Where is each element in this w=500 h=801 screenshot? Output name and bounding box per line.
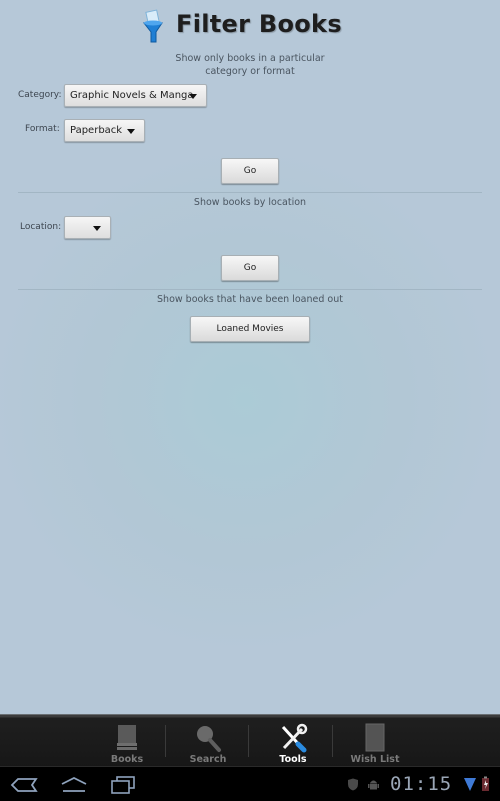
home-button-icon[interactable] <box>60 776 88 794</box>
wrench-screwdriver-icon <box>281 723 308 753</box>
tab-tools[interactable]: Tools <box>252 719 334 765</box>
dropdown-arrow-icon <box>127 129 135 134</box>
wishlist-book-icon <box>365 723 385 752</box>
location-section-description: Show books by location <box>193 197 307 208</box>
filter-books-screen: Filter Books Show only books in a partic… <box>0 0 500 714</box>
category-label: Category: <box>18 90 62 100</box>
android-debug-icon <box>368 780 379 790</box>
location-dropdown[interactable] <box>64 216 111 239</box>
tab-separator <box>165 725 166 757</box>
category-go-button[interactable]: Go <box>221 158 279 184</box>
tab-label: Wish List <box>350 754 400 765</box>
header: Filter Books <box>0 8 500 44</box>
tab-wish-list[interactable]: Wish List <box>334 719 416 765</box>
format-dropdown[interactable]: Paperback <box>64 119 145 142</box>
description-line-2: category or format <box>205 66 295 77</box>
page-title: Filter Books <box>176 10 342 38</box>
location-label: Location: <box>20 222 62 232</box>
format-selected-value: Paperback <box>70 125 123 136</box>
loaned-movies-button[interactable]: Loaned Movies <box>190 316 310 342</box>
funnel-filter-icon <box>142 9 163 43</box>
section-divider <box>18 289 482 290</box>
tab-label: Books <box>110 754 144 765</box>
dropdown-arrow-icon <box>189 94 197 99</box>
description-line-1: Show only books in a particular <box>175 53 325 64</box>
books-stack-icon <box>117 725 137 750</box>
tab-separator <box>248 725 249 757</box>
tab-separator <box>332 725 333 757</box>
magnifier-icon <box>197 726 221 752</box>
clock: 01:15 <box>390 773 453 795</box>
loaned-section-description: Show books that have been loaned out <box>157 294 343 305</box>
dropdown-arrow-icon <box>93 226 101 231</box>
section-divider <box>18 192 482 193</box>
tab-search[interactable]: Search <box>167 719 249 765</box>
bottom-tab-bar: Books Search Tools Wish List <box>0 714 500 767</box>
location-go-button[interactable]: Go <box>221 255 279 281</box>
back-button-icon[interactable] <box>10 777 38 793</box>
format-label: Format: <box>25 124 60 134</box>
wifi-signal-icon <box>464 778 476 791</box>
battery-charging-icon <box>482 776 489 791</box>
tab-label: Search <box>189 754 227 765</box>
shield-icon <box>348 778 358 791</box>
category-section-description: Show only books in a particular category… <box>0 52 500 78</box>
tab-books[interactable]: Books <box>86 719 168 765</box>
category-selected-value: Graphic Novels & Manga <box>70 90 194 101</box>
tab-label: Tools <box>279 754 307 765</box>
system-navigation-bar: 01:15 <box>0 766 500 801</box>
category-dropdown[interactable]: Graphic Novels & Manga <box>64 84 207 107</box>
recent-apps-button-icon[interactable] <box>110 775 136 795</box>
